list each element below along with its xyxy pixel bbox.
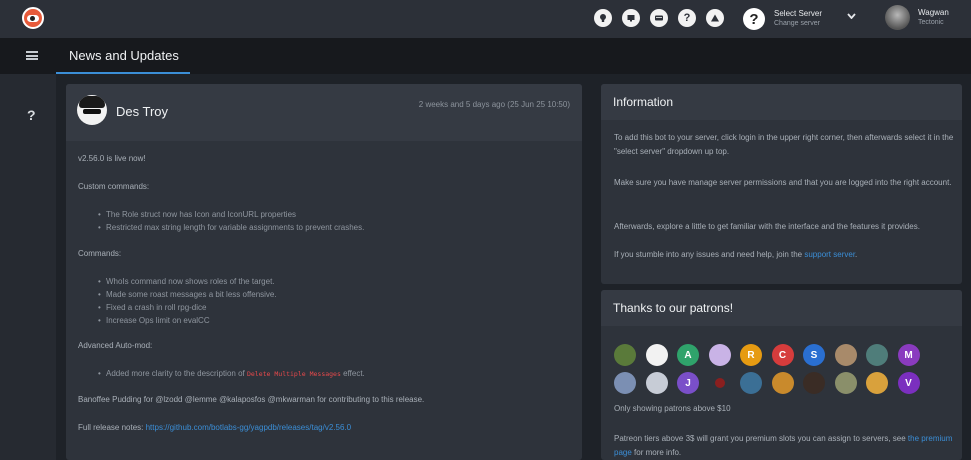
patron-avatar (708, 344, 731, 366)
news-post-card: Des Troy 2 weeks and 5 days ago (25 Jun … (66, 84, 582, 460)
patron-avatar (740, 372, 762, 394)
patron-avatar: M (897, 344, 920, 366)
user-avatar (885, 5, 910, 30)
patron-avatar: V (897, 372, 920, 394)
server-select-subtitle: Change server (774, 20, 820, 27)
patron-avatar: A (677, 344, 699, 366)
list-item: Fixed a crash in roll rpg-dice (98, 303, 207, 312)
post-header: Des Troy 2 weeks and 5 days ago (25 Jun … (66, 84, 582, 141)
patron-tiers-end: for more info. (631, 448, 682, 457)
info-help-text: If you stumble into any issues and need … (614, 250, 805, 259)
patron-avatar: J (677, 372, 699, 394)
help-icon[interactable]: ? (678, 9, 696, 27)
patron-avatar (714, 378, 725, 388)
patron-avatar (866, 372, 888, 394)
user-name: Wagwan (918, 7, 949, 17)
card-icon[interactable] (650, 9, 668, 27)
patron-avatar: S (803, 344, 825, 366)
patron-avatar (614, 344, 636, 366)
user-subtitle: Tectonic (918, 18, 944, 26)
left-sidebar: ? (0, 74, 56, 460)
list-item: WhoIs command now shows roles of the tar… (98, 277, 275, 286)
page-header-bar: News and Updates (0, 38, 971, 74)
sidebar-help-icon[interactable]: ? (27, 107, 36, 123)
server-select-text: Select Server Change server (774, 9, 822, 29)
information-title: Information (613, 95, 674, 109)
server-select-dropdown[interactable]: ? Select Server Change server (743, 5, 861, 33)
support-server-link[interactable]: support server (804, 250, 855, 259)
patron-avatar: C (771, 344, 794, 366)
top-bar-icons: ? (594, 9, 724, 27)
info-paragraph: To add this bot to your server, click lo… (614, 133, 954, 156)
patron-tiers-text: Patreon tiers above 3$ will grant you pr… (614, 434, 908, 443)
top-bar: ? ? Select Server Change server Wagwan T… (0, 0, 971, 38)
server-help-icon: ? (743, 8, 765, 30)
app-logo-icon[interactable] (22, 7, 44, 29)
section-heading: Advanced Auto-mod: (78, 341, 153, 350)
post-timestamp: 2 weeks and 5 days ago (25 Jun 25 10:50) (418, 100, 570, 109)
list-item: Restricted max string length for variabl… (98, 223, 364, 232)
patron-avatar (645, 344, 668, 366)
patrons-note: Only showing patrons above $10 (614, 404, 731, 413)
author-name: Des Troy (116, 104, 169, 119)
patron-avatar (803, 372, 825, 394)
patron-tiers: Patreon tiers above 3$ will grant you pr… (614, 432, 956, 460)
patrons-header: Thanks to our patrons! (601, 290, 962, 326)
list-item: The Role struct now has Icon and IconURL… (98, 210, 296, 219)
patron-avatar (866, 344, 888, 366)
release-notes: Full release notes: https://github.com/b… (78, 423, 351, 432)
hamburger-menu-icon[interactable] (26, 51, 38, 60)
info-paragraph: Make sure you have manage server permiss… (614, 178, 952, 187)
active-tab-indicator (56, 72, 190, 74)
code-tag: Delete Multiple Messages (246, 370, 341, 378)
list-item: Increase Ops limit on evalCC (98, 316, 210, 325)
patron-avatar (614, 372, 636, 394)
patron-avatar (834, 344, 857, 366)
section-heading: Custom commands: (78, 182, 150, 191)
patron-avatar (771, 372, 794, 394)
info-help: If you stumble into any issues and need … (614, 248, 956, 262)
release-notes-link[interactable]: https://github.com/botlabs-gg/yagpdb/rel… (146, 423, 351, 432)
post-credits: Banoffee Pudding for @lzodd @lemme @kala… (78, 395, 425, 404)
list-item-text: effect. (340, 369, 365, 378)
page-title[interactable]: News and Updates (69, 48, 179, 63)
monitor-icon[interactable] (622, 9, 640, 27)
list-item-text: Added more clarity to the description of (106, 369, 247, 378)
list-item: Made some roast messages a bit less offe… (98, 290, 277, 299)
patron-avatar: R (740, 344, 762, 366)
patron-avatar (645, 372, 668, 394)
user-menu[interactable]: Wagwan Tectonic (885, 5, 949, 30)
bulb-icon[interactable] (594, 9, 612, 27)
warning-icon[interactable] (706, 9, 724, 27)
user-text: Wagwan Tectonic (918, 8, 949, 28)
patrons-title: Thanks to our patrons! (613, 301, 734, 315)
info-paragraph: Afterwards, explore a little to get fami… (614, 222, 920, 231)
server-select-title: Select Server (774, 9, 823, 18)
patrons-card: Thanks to our patrons! A RCS M J V Only show… (601, 290, 962, 460)
author-avatar (77, 95, 107, 125)
chevron-down-icon (847, 11, 856, 22)
section-heading: Commands: (78, 249, 122, 258)
patron-avatar (834, 372, 857, 394)
information-card: Information To add this bot to your serv… (601, 84, 962, 284)
info-help-end: . (855, 250, 858, 259)
information-header: Information (601, 84, 962, 120)
release-notes-label: Full release notes: (78, 423, 146, 432)
post-intro: v2.56.0 is live now! (78, 154, 146, 163)
list-item: Added more clarity to the description of… (98, 369, 365, 378)
